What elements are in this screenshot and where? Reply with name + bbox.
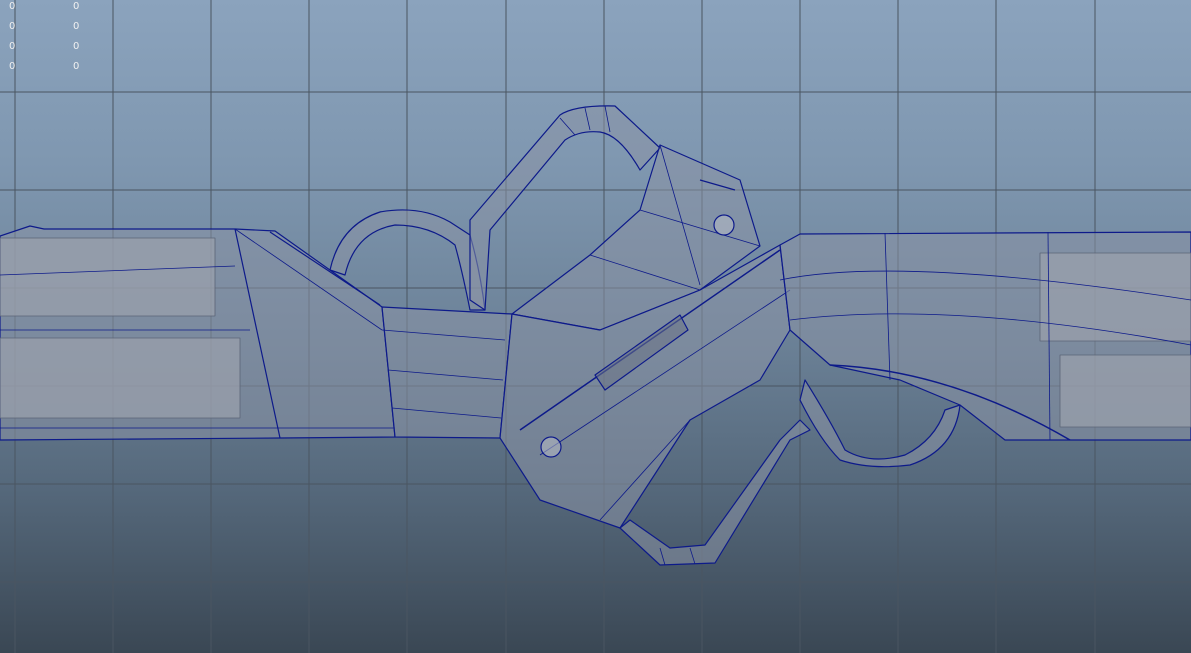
hud-row: 0 0 [0,17,100,37]
hud-value: 0 [9,61,16,72]
hud-value: 0 [9,41,16,52]
hud-value: 0 [9,21,16,32]
heads-up-display: 0 0 0 0 0 0 0 0 [0,0,100,77]
viewport-panel[interactable]: 0 0 0 0 0 0 0 0 [0,0,1191,653]
barrel-tube-upper [0,237,216,317]
stock-tube-upper [1039,252,1191,342]
hud-value: 0 [73,1,80,12]
receiver-mesh [381,306,513,439]
hud-row: 0 0 [0,37,100,57]
rifle-mesh[interactable] [0,105,1191,566]
hud-value: 0 [9,1,16,12]
hud-value: 0 [73,41,80,52]
hud-row: 0 0 [0,0,100,17]
barrel-tube-lower [0,337,241,419]
hud-value: 0 [73,61,80,72]
screw-head-lower [540,436,562,458]
hud-row: 0 0 [0,57,100,77]
screw-head-upper [713,214,735,236]
stock-tube-lower [1059,354,1191,428]
modeling-viewport-scene[interactable] [0,0,1191,653]
hud-value: 0 [73,21,80,32]
